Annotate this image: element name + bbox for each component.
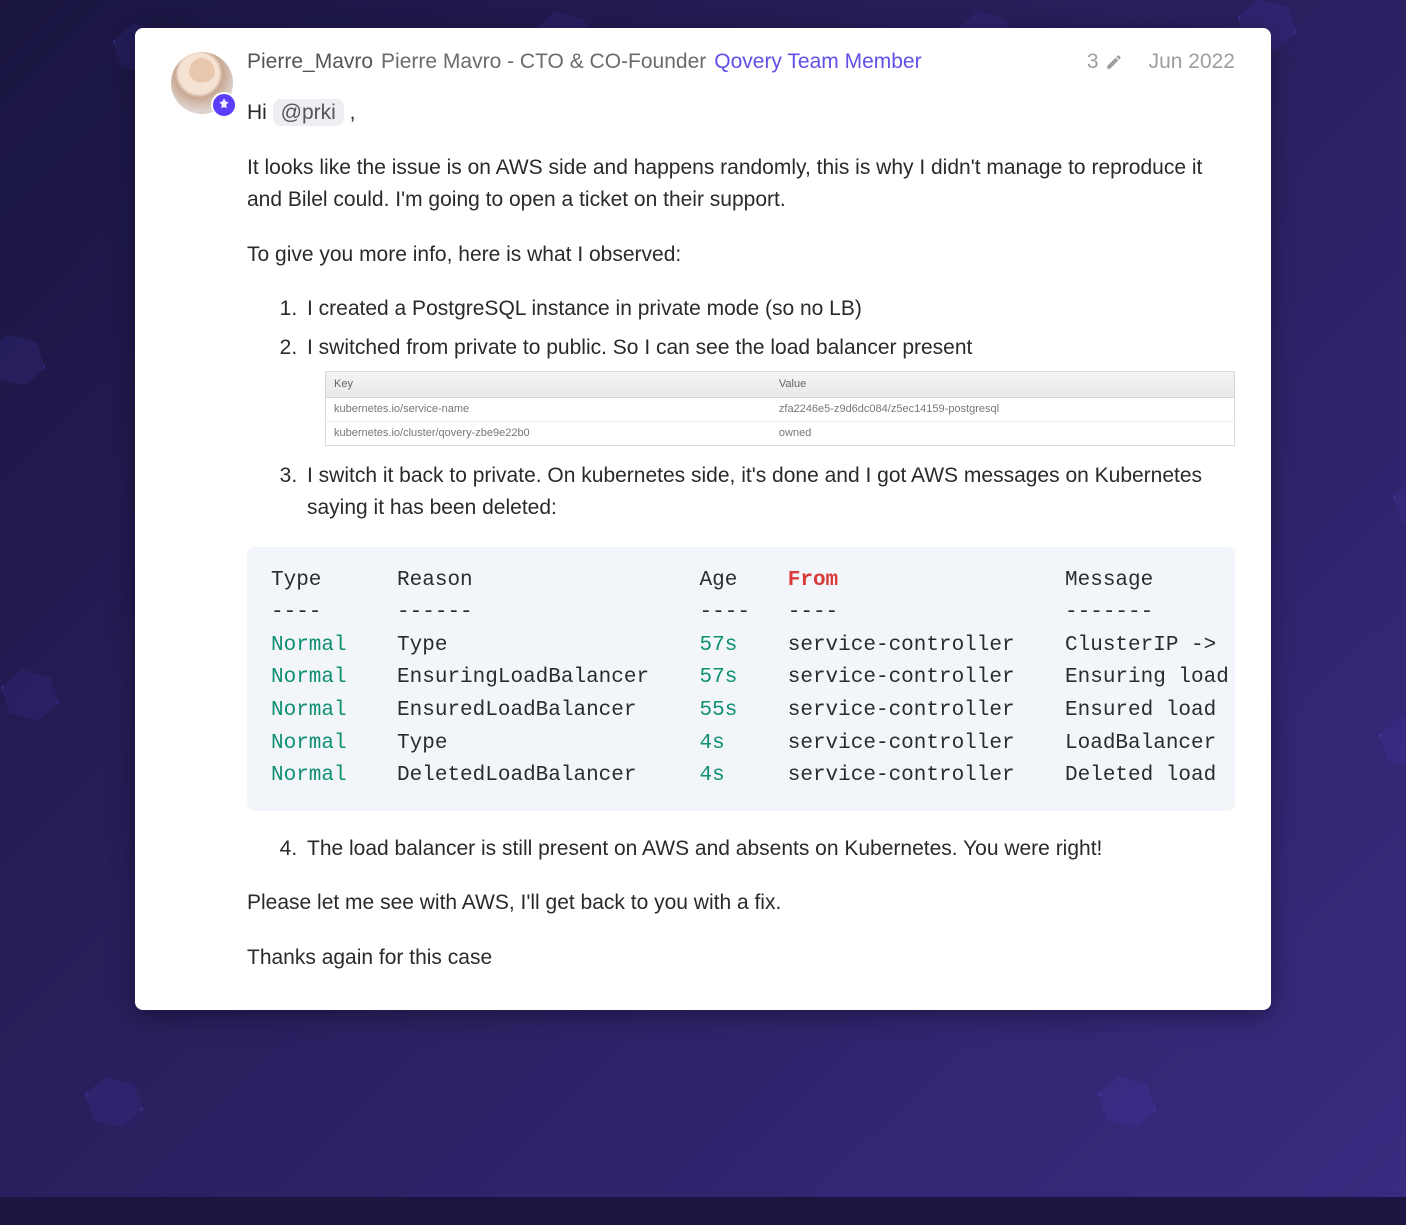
table-row: kubernetes.io/service-namezfa2246e5-z9d6…: [326, 397, 1235, 421]
author-title: Pierre Mavro - CTO & CO-Founder: [381, 48, 706, 75]
list-item: I created a PostgreSQL instance in priva…: [303, 293, 1235, 326]
avatar-badge-icon: [211, 92, 237, 118]
avatar-column: [171, 48, 235, 974]
list-item: I switch it back to private. On kubernet…: [303, 460, 1235, 525]
list-item: The load balancer is still present on AW…: [303, 833, 1235, 866]
table-header-key: Key: [326, 371, 771, 397]
team-member-badge: Qovery Team Member: [714, 48, 921, 75]
kubernetes-events-codeblock: Type Reason Age From Message ---- ------…: [247, 547, 1235, 811]
forum-post-card: Pierre_Mavro Pierre Mavro - CTO & CO-Fou…: [135, 28, 1271, 1010]
author-avatar[interactable]: [171, 52, 233, 114]
pencil-icon: [1105, 53, 1123, 71]
table-row: kubernetes.io/cluster/qovery-zbe9e22b0ow…: [326, 421, 1235, 445]
list-item: I switched from private to public. So I …: [303, 332, 1235, 446]
post-content: Pierre_Mavro Pierre Mavro - CTO & CO-Fou…: [247, 48, 1235, 974]
post-body: Hi @prki , It looks like the issue is on…: [247, 97, 1235, 974]
observation-list-continued: The load balancer is still present on AW…: [247, 833, 1235, 866]
paragraph-followup: Please let me see with AWS, I'll get bac…: [247, 887, 1235, 920]
kv-tbody: kubernetes.io/service-namezfa2246e5-z9d6…: [326, 397, 1235, 445]
kv-screenshot: Key Value kubernetes.io/service-namezfa2…: [325, 371, 1235, 446]
greeting-line: Hi @prki ,: [247, 97, 1235, 130]
aws-tags-table: Key Value kubernetes.io/service-namezfa2…: [325, 371, 1235, 446]
edit-indicator[interactable]: 3: [1087, 48, 1123, 75]
author-username[interactable]: Pierre_Mavro: [247, 48, 373, 75]
edit-count: 3: [1087, 48, 1099, 75]
post-date[interactable]: Jun 2022: [1149, 48, 1235, 75]
observation-list: I created a PostgreSQL instance in priva…: [247, 293, 1235, 524]
user-mention[interactable]: @prki: [273, 99, 344, 126]
paragraph-thanks: Thanks again for this case: [247, 942, 1235, 975]
paragraph-info: To give you more info, here is what I ob…: [247, 239, 1235, 272]
paragraph-intro: It looks like the issue is on AWS side a…: [247, 152, 1235, 217]
table-header-value: Value: [771, 371, 1235, 397]
post-header: Pierre_Mavro Pierre Mavro - CTO & CO-Fou…: [247, 48, 1235, 75]
